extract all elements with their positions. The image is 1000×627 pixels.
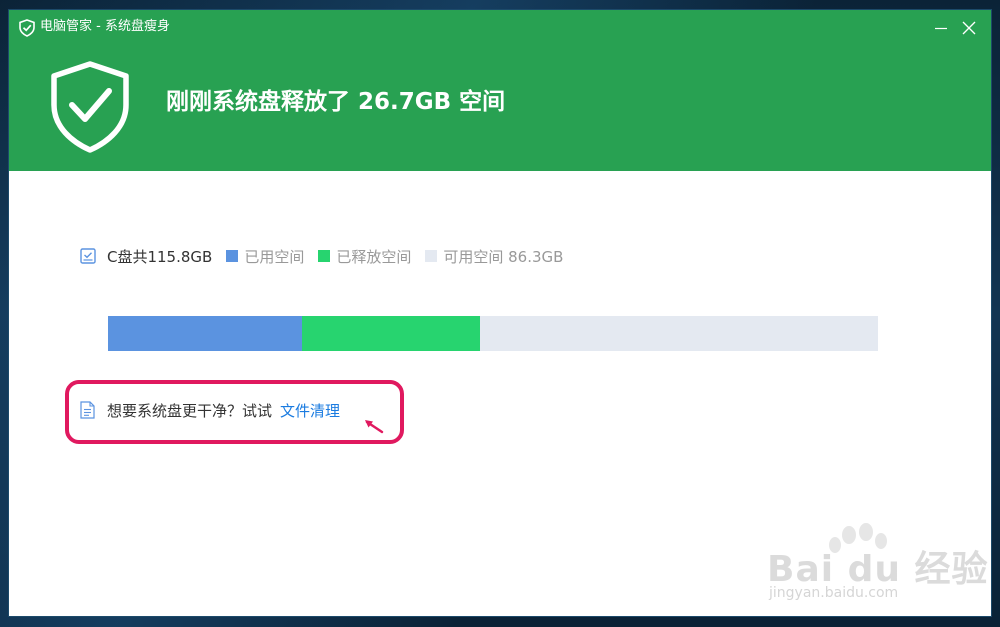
minimize-icon — [935, 27, 947, 30]
title-bar[interactable]: 电脑管家 - 系统盘瘦身 — [9, 10, 991, 44]
free-space-label: 可用空间 86.3GB — [443, 247, 564, 266]
used-space-segment — [108, 316, 303, 351]
used-swatch — [226, 250, 239, 262]
close-icon — [962, 21, 976, 35]
disk-legend: C盘共115.8GB 已用空间 已释放空间 可用空间 86.3GB — [80, 246, 577, 266]
freed-space-label: 已释放空间 — [336, 247, 412, 266]
free-swatch — [425, 250, 438, 262]
close-button[interactable] — [959, 18, 979, 38]
disk-check-icon — [80, 248, 96, 264]
cleanup-result-headline: 刚刚系统盘释放了 26.7GB 空间 — [166, 89, 506, 115]
window-title: 电脑管家 - 系统盘瘦身 — [40, 19, 170, 34]
freed-swatch — [318, 250, 331, 262]
watermark-url: jingyan.baidu.com — [769, 585, 899, 601]
shield-check-icon — [51, 61, 129, 153]
minimize-button[interactable] — [931, 18, 951, 38]
app-window: 电脑管家 - 系统盘瘦身 刚刚系统盘释放了 26.7GB 空间 C盘共115.8… — [9, 10, 991, 616]
used-space-label: 已用空间 — [244, 247, 305, 266]
result-header: 电脑管家 - 系统盘瘦身 刚刚系统盘释放了 26.7GB 空间 — [9, 10, 991, 171]
disk-usage-bar — [108, 316, 878, 351]
document-icon — [80, 401, 95, 419]
file-cleanup-link[interactable]: 文件清理 — [280, 400, 340, 421]
cleanup-tip: 想要系统盘更干净？试试 文件清理 — [80, 400, 340, 420]
arrow-pointer-icon — [365, 420, 384, 434]
freed-space-segment — [302, 316, 480, 351]
tip-text: 想要系统盘更干净？试试 — [107, 401, 273, 420]
disk-total-label: C盘共115.8GB — [107, 247, 213, 266]
shield-logo-icon — [19, 19, 35, 37]
